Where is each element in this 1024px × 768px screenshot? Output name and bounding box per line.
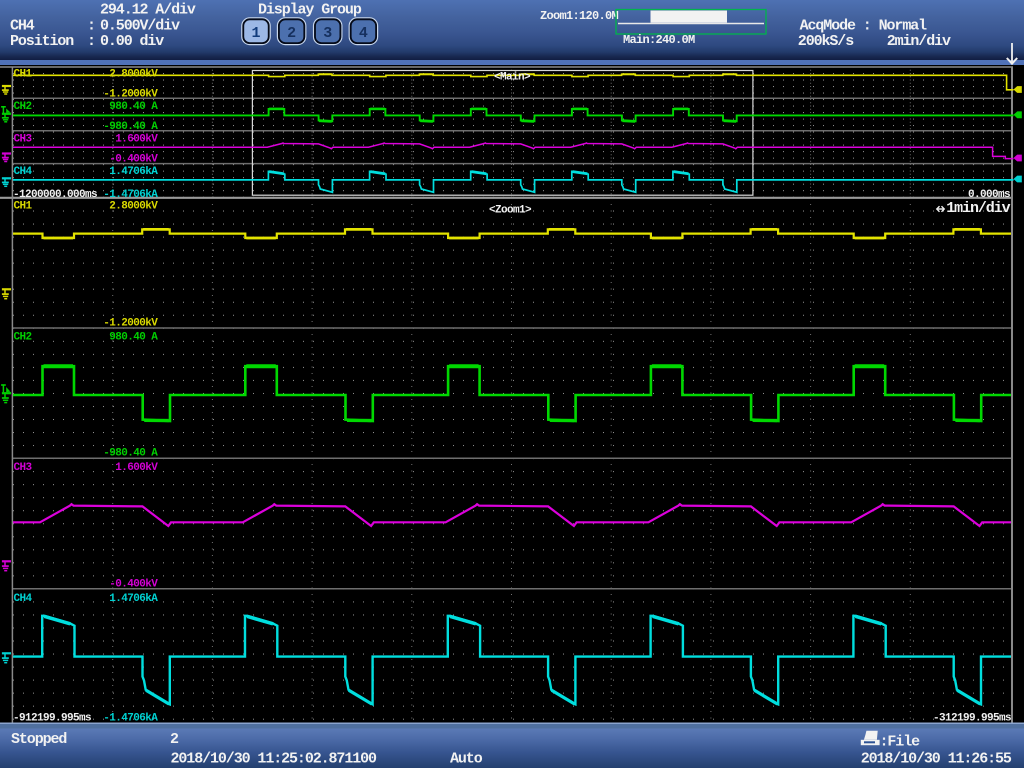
svg-text:-0.400kV: -0.400kV	[109, 154, 158, 166]
svg-text:CH3: CH3	[14, 133, 33, 145]
svg-text:1.4706kA: 1.4706kA	[109, 593, 158, 605]
svg-text:Position: Position	[10, 33, 74, 50]
svg-text:1min/div: 1min/div	[946, 200, 1010, 217]
svg-text::File: :File	[880, 734, 921, 751]
svg-text:-1200000.000ms: -1200000.000ms	[13, 189, 97, 201]
svg-text:-0.400kV: -0.400kV	[109, 579, 158, 591]
svg-text:-980.40 A: -980.40 A	[103, 121, 158, 133]
svg-text:CH4: CH4	[14, 593, 33, 605]
svg-text:0.500V/div: 0.500V/div	[100, 17, 180, 34]
svg-text:980.40 A: 980.40 A	[109, 101, 158, 113]
svg-text:<Zoom1>: <Zoom1>	[489, 204, 532, 216]
svg-text:2018/10/30 11:25:02.871100: 2018/10/30 11:25:02.871100	[171, 751, 378, 768]
svg-text::: :	[87, 33, 95, 50]
svg-text:<Main>: <Main>	[494, 72, 531, 84]
svg-text:Main:240.0M: Main:240.0M	[623, 33, 695, 47]
svg-text:0.00 div: 0.00 div	[100, 33, 164, 50]
svg-text:Auto: Auto	[450, 751, 483, 768]
svg-text:Zoom1:120.0M: Zoom1:120.0M	[540, 9, 619, 23]
svg-text:4: 4	[359, 25, 368, 42]
svg-text:-1.2000kV: -1.2000kV	[103, 317, 158, 329]
svg-text:3: 3	[323, 25, 332, 42]
svg-text:2min/div: 2min/div	[887, 33, 951, 50]
svg-text:2018/10/30 11:26:55: 2018/10/30 11:26:55	[861, 751, 1012, 768]
svg-text:CH1: CH1	[14, 200, 33, 212]
svg-text:-1.2000kV: -1.2000kV	[103, 88, 158, 100]
svg-text:2: 2	[287, 25, 296, 42]
svg-text:200kS/s: 200kS/s	[798, 33, 854, 50]
svg-text:2.8000kV: 2.8000kV	[109, 200, 158, 212]
svg-text:1.4706kA: 1.4706kA	[109, 166, 158, 178]
svg-text:294.12 A/div: 294.12 A/div	[100, 2, 196, 19]
svg-text:Stopped: Stopped	[11, 731, 66, 748]
svg-text::: :	[87, 17, 95, 34]
svg-text:2.8000kV: 2.8000kV	[109, 69, 158, 81]
svg-text:CH2: CH2	[14, 332, 32, 344]
svg-text:CH2: CH2	[14, 101, 32, 113]
svg-text:CH1: CH1	[14, 69, 33, 81]
svg-text:-1.4706kA: -1.4706kA	[103, 189, 158, 201]
svg-text:2: 2	[170, 731, 179, 748]
svg-text:1.600kV: 1.600kV	[115, 133, 158, 145]
svg-text:CH4: CH4	[14, 166, 33, 178]
svg-text:Display Group: Display Group	[258, 2, 362, 19]
svg-text:1: 1	[251, 25, 260, 42]
svg-text:980.40 A: 980.40 A	[109, 332, 158, 344]
svg-text:CH4: CH4	[10, 17, 35, 34]
svg-text:-980.40 A: -980.40 A	[103, 448, 158, 460]
svg-text:CH3: CH3	[14, 462, 33, 474]
svg-text:1.600kV: 1.600kV	[115, 462, 158, 474]
